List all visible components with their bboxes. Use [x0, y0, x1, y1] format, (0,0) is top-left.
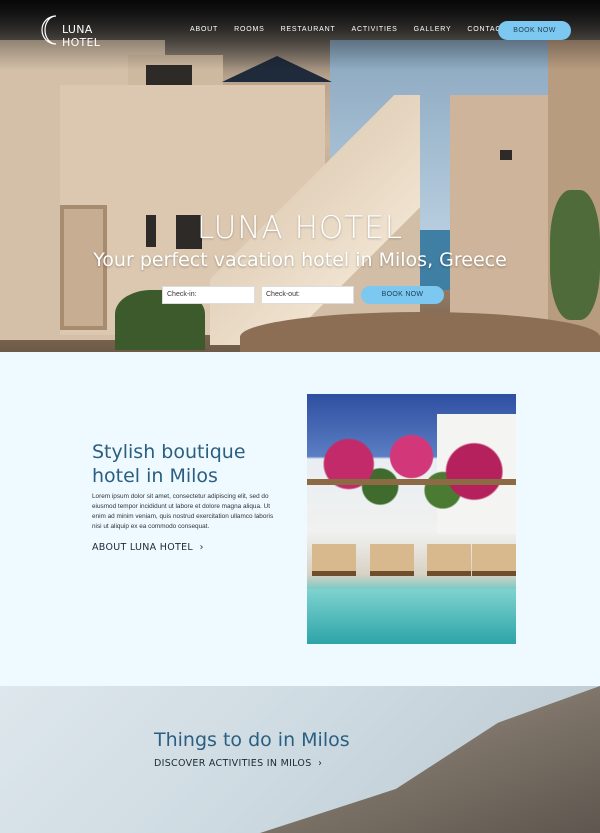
logo-text: LUNA HOTEL — [62, 23, 101, 49]
about-photo — [307, 394, 516, 644]
about-link[interactable]: ABOUT LUNA HOTEL › — [92, 542, 204, 553]
arrow-right-icon: › — [196, 542, 204, 553]
main-menu: ABOUT ROOMS RESTAURANT ACTIVITIES GALLER… — [190, 26, 522, 33]
nav-item-restaurant[interactable]: RESTAURANT — [281, 26, 336, 33]
photo-lounge-chair — [370, 544, 414, 576]
moon-icon — [41, 15, 57, 45]
photo-pergola — [307, 479, 516, 485]
nav-item-activities[interactable]: ACTIVITIES — [352, 26, 398, 33]
top-nav: LUNA HOTEL ABOUT ROOMS RESTAURANT ACTIVI… — [0, 0, 600, 60]
photo-bougainvillea — [307, 434, 516, 509]
photo-pool — [307, 589, 516, 644]
nav-item-gallery[interactable]: GALLERY — [414, 26, 452, 33]
arrow-right-icon: › — [314, 758, 323, 769]
hero-subtitle: Your perfect vacation hotel in Milos, Gr… — [93, 249, 507, 271]
things-title: Things to do in Milos — [154, 729, 350, 751]
nav-item-about[interactable]: ABOUT — [190, 26, 218, 33]
about-text: Lorem ipsum dolor sit amet, consectetur … — [92, 493, 274, 530]
photo-lounge-chair — [427, 544, 471, 576]
nav-item-rooms[interactable]: ROOMS — [234, 26, 264, 33]
hero-title: LUNA HOTEL — [196, 210, 404, 246]
photo-lounge-chair — [472, 544, 516, 576]
checkout-field[interactable]: Check-out: — [261, 286, 354, 304]
hero-window — [500, 150, 512, 160]
things-link-label: DISCOVER ACTIVITIES IN MILOS — [154, 758, 312, 769]
about-link-label: ABOUT LUNA HOTEL — [92, 542, 194, 553]
about-title: Stylish boutique hotel in Milos — [92, 441, 246, 487]
things-link[interactable]: DISCOVER ACTIVITIES IN MILOS › — [154, 758, 322, 769]
hero-book-button[interactable]: BOOK NOW — [361, 286, 444, 304]
checkin-field[interactable]: Check-in: — [162, 286, 255, 304]
logo[interactable]: LUNA HOTEL — [40, 14, 130, 49]
nav-book-button[interactable]: BOOK NOW — [498, 21, 571, 40]
photo-lounge-chair — [312, 544, 356, 576]
